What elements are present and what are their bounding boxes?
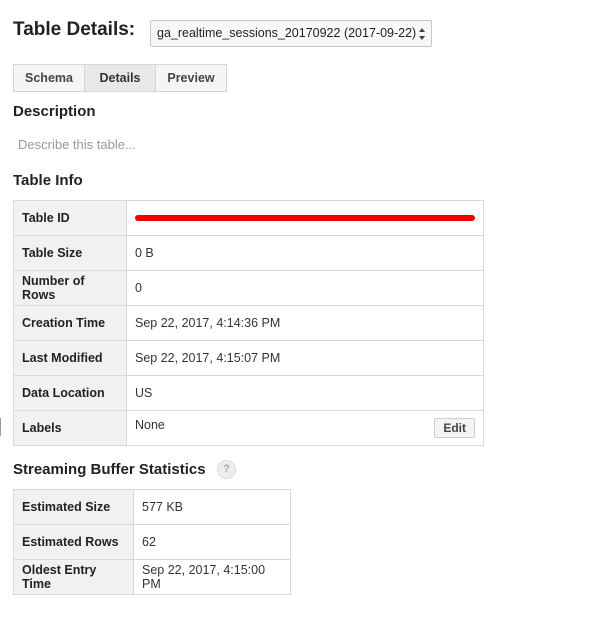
description-heading: Description <box>13 103 96 120</box>
labels-value: None <box>135 418 165 432</box>
labels-value-cell: None Edit <box>126 410 484 446</box>
table-select[interactable]: ga_realtime_sessions_20170922 (2017-09-2… <box>150 20 432 47</box>
table-id-label: Table ID <box>13 200 127 236</box>
tab-schema[interactable]: Schema <box>13 64 85 92</box>
header: Table Details: <box>13 19 153 41</box>
table-info: Table ID Table Size 0 B Number of Rows 0… <box>13 200 484 446</box>
oldest-entry-time-value: Sep 22, 2017, 4:15:00 PM <box>133 559 291 595</box>
tab-bar: Schema Details Preview <box>13 64 227 92</box>
number-of-rows-label: Number of Rows <box>13 270 127 306</box>
redaction-mark <box>135 214 475 221</box>
table-row: Table ID <box>13 200 484 236</box>
table-info-heading: Table Info <box>13 172 83 189</box>
table-row: Table Size 0 B <box>13 235 484 271</box>
table-select-value: ga_realtime_sessions_20170922 (2017-09-2… <box>157 26 417 40</box>
estimated-rows-value: 62 <box>133 524 291 560</box>
tab-details[interactable]: Details <box>84 64 156 92</box>
tab-preview[interactable]: Preview <box>155 64 227 92</box>
oldest-entry-time-label: Oldest Entry Time <box>13 559 134 595</box>
last-modified-value: Sep 22, 2017, 4:15:07 PM <box>126 340 484 376</box>
description-field[interactable]: Describe this table... <box>18 137 136 152</box>
streaming-buffer-heading: Streaming Buffer Statistics <box>13 461 206 478</box>
table-row: Estimated Rows 62 <box>13 524 291 560</box>
creation-time-value: Sep 22, 2017, 4:14:36 PM <box>126 305 484 341</box>
number-of-rows-value: 0 <box>126 270 484 306</box>
estimated-size-label: Estimated Size <box>13 489 134 525</box>
table-row: Number of Rows 0 <box>13 270 484 306</box>
page-title: Table Details: <box>13 19 136 40</box>
edit-labels-button[interactable]: Edit <box>434 418 475 438</box>
select-arrows-icon <box>419 28 425 40</box>
table-row: Data Location US <box>13 375 484 411</box>
table-row: Last Modified Sep 22, 2017, 4:15:07 PM <box>13 340 484 376</box>
labels-label: Labels <box>13 410 127 446</box>
table-row: Estimated Size 577 KB <box>13 489 291 525</box>
table-row: Creation Time Sep 22, 2017, 4:14:36 PM <box>13 305 484 341</box>
streaming-buffer-table: Estimated Size 577 KB Estimated Rows 62 … <box>13 489 291 595</box>
table-id-value <box>126 200 484 236</box>
table-size-value: 0 B <box>126 235 484 271</box>
help-icon[interactable]: ? <box>217 460 236 479</box>
estimated-rows-label: Estimated Rows <box>13 524 134 560</box>
creation-time-label: Creation Time <box>13 305 127 341</box>
data-location-label: Data Location <box>13 375 127 411</box>
last-modified-label: Last Modified <box>13 340 127 376</box>
data-location-value: US <box>126 375 484 411</box>
estimated-size-value: 577 KB <box>133 489 291 525</box>
table-row: Labels None Edit <box>13 410 484 446</box>
table-row: Oldest Entry Time Sep 22, 2017, 4:15:00 … <box>13 559 291 595</box>
table-size-label: Table Size <box>13 235 127 271</box>
divider <box>0 418 1 436</box>
